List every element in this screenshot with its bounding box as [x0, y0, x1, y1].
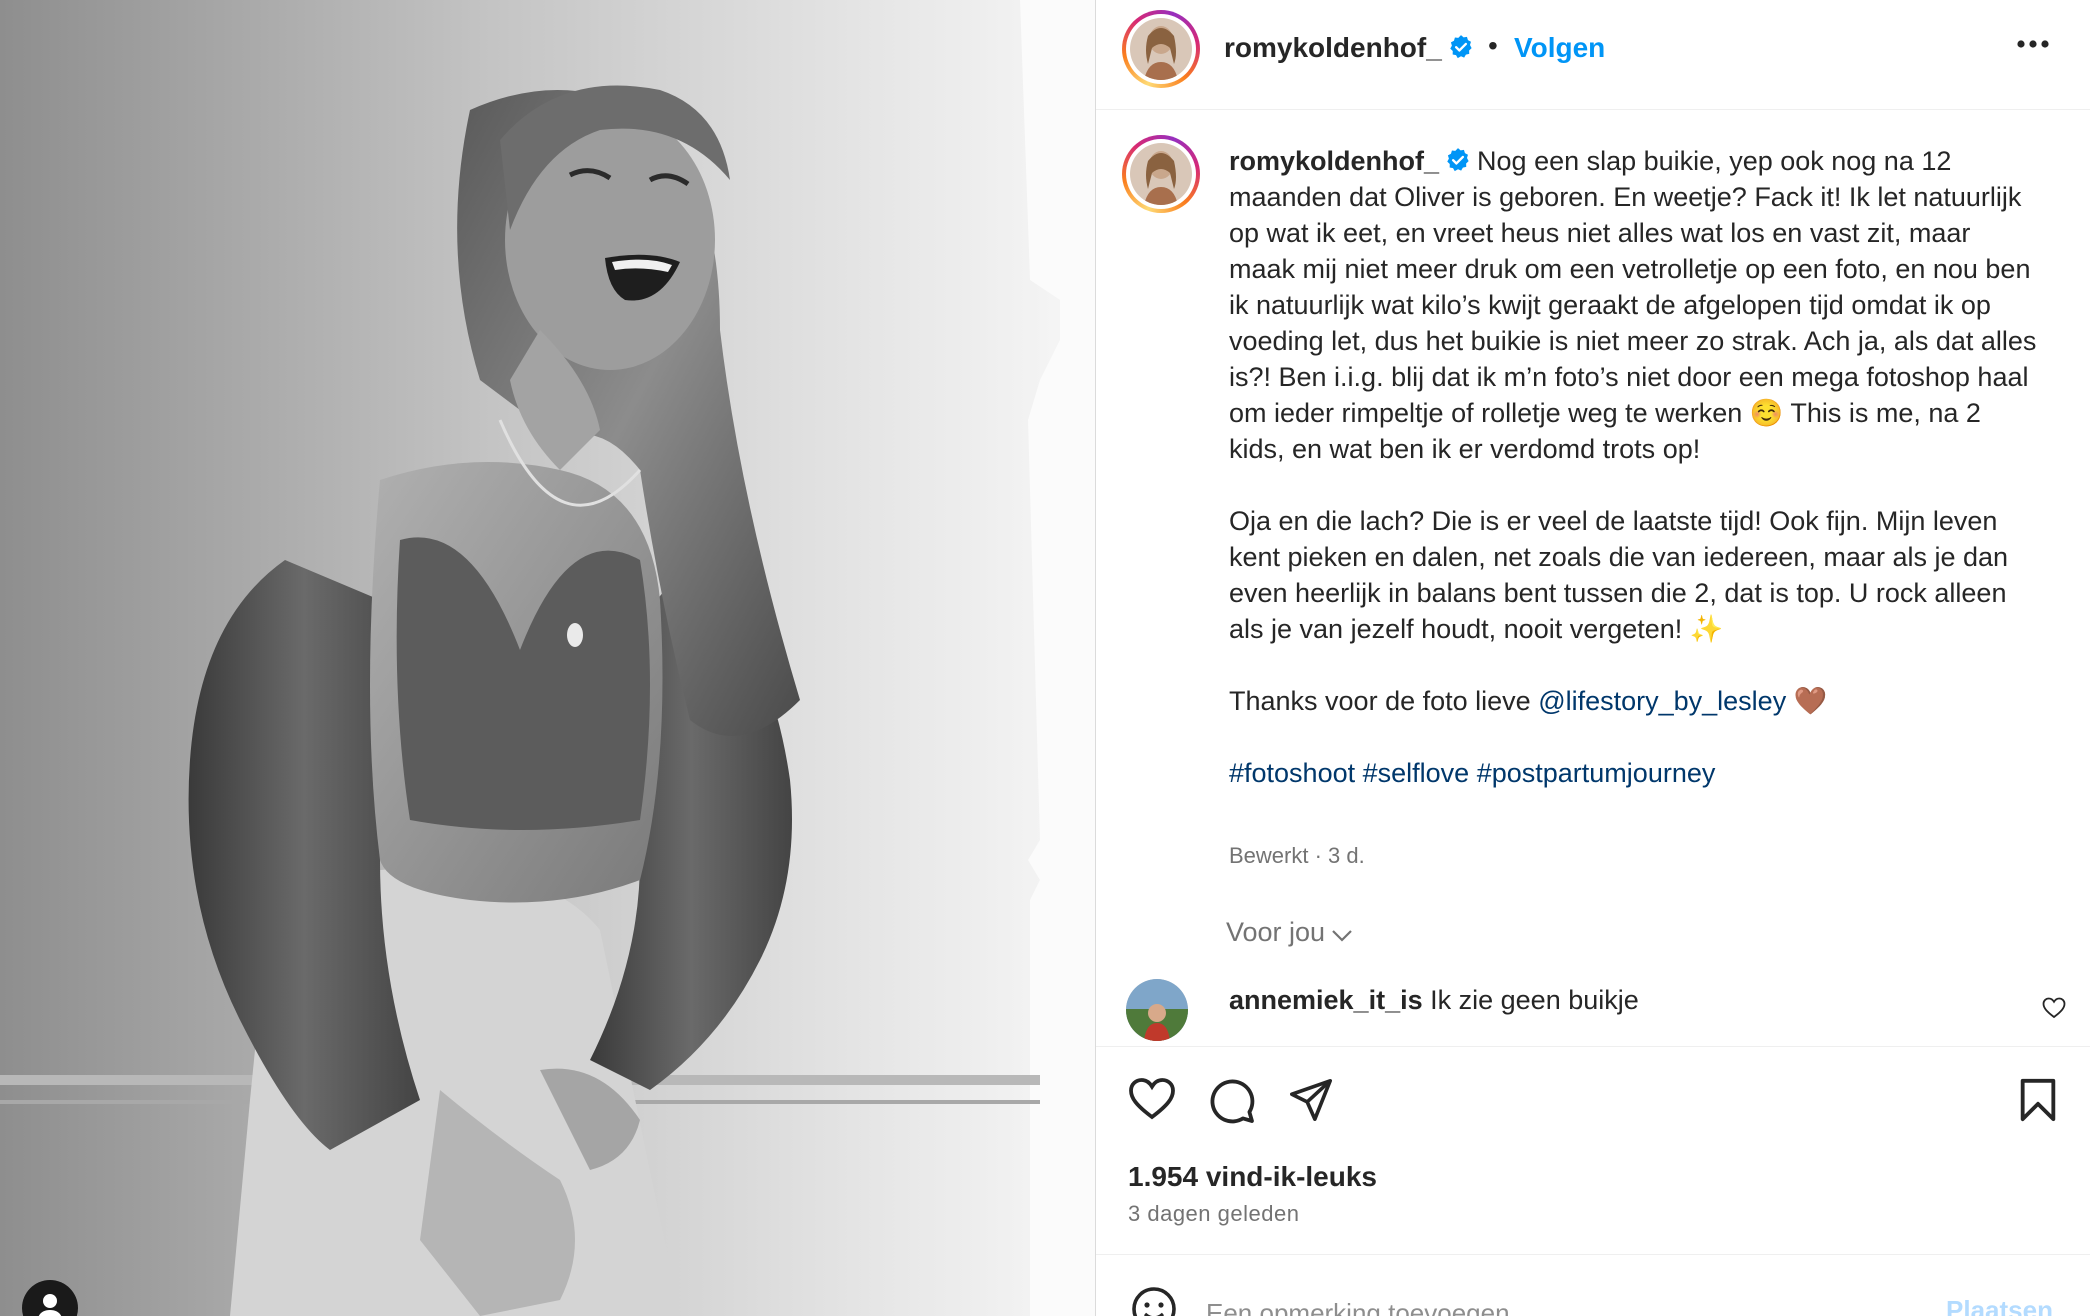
post-actions: 1.954 vind-ik-leuks 3 dagen geleden [1096, 1046, 2090, 1256]
comment-input[interactable] [1206, 1295, 1906, 1316]
caption-author-avatar[interactable] [1122, 135, 1200, 213]
verified-badge-icon [1447, 148, 1469, 172]
emoji-button[interactable] [1130, 1285, 1178, 1316]
chevron-down-icon [1332, 930, 1352, 942]
comment-sort-label[interactable]: Voor jou [1226, 917, 1325, 947]
comment-bubble-icon [1210, 1079, 1255, 1124]
comment-sort-dropdown[interactable]: Voor jou [1226, 917, 1353, 948]
heart-icon [2042, 997, 2066, 1019]
caption-username[interactable]: romykoldenhof_ [1229, 146, 1439, 176]
bookmark-icon [2020, 1078, 2056, 1122]
emoji-icon [1132, 1287, 1176, 1316]
post-timestamp[interactable]: 3 dagen geleden [1128, 1201, 1299, 1227]
post-photo [0, 0, 1095, 1316]
comment-item: annemiek_it_is Ik zie geen buikje [1229, 985, 1639, 1016]
hashtag-link[interactable]: #postpartumjourney [1477, 758, 1716, 788]
likes-count[interactable]: 1.954 vind-ik-leuks [1128, 1161, 1377, 1193]
comment-body: Ik zie geen buikje [1430, 985, 1639, 1015]
heart-icon [1129, 1078, 1175, 1120]
post-side-panel: romykoldenhof_ • Volgen romykoldenhof_N [1095, 0, 2090, 1316]
user-icon [38, 1294, 62, 1316]
author-avatar[interactable] [1122, 10, 1200, 88]
caption-text-1: Nog een slap buikie, yep ook nog na 12 m… [1229, 146, 2037, 464]
post-caption: romykoldenhof_ Nog een slap buikie, yep o… [1229, 143, 2039, 827]
comment-username[interactable]: annemiek_it_is [1229, 985, 1423, 1015]
thanks-text: Thanks voor de foto lieve [1229, 686, 1531, 716]
caption-paragraph: romykoldenhof_ Nog een slap buikie, yep o… [1229, 143, 2039, 467]
caption-and-comments[interactable]: romykoldenhof_ Nog een slap buikie, yep o… [1096, 111, 2090, 1046]
caption-hashtags: #fotoshoot #selflove #postpartumjourney [1229, 755, 2039, 791]
comment-button[interactable] [1208, 1077, 1256, 1130]
follow-button[interactable]: Volgen [1514, 32, 1605, 64]
comment-avatar[interactable] [1126, 979, 1188, 1041]
author-username[interactable]: romykoldenhof_ [1224, 32, 1474, 64]
post-comment-button[interactable]: Plaatsen [1946, 1295, 2053, 1316]
caption-paragraph: Oja en die lach? Die is er veel de laats… [1229, 506, 2009, 644]
post-header: romykoldenhof_ • Volgen [1096, 0, 2090, 110]
share-button[interactable] [1288, 1077, 1334, 1128]
like-button[interactable] [1128, 1077, 1176, 1126]
post-meta: Bewerkt · 3 d. [1229, 843, 1365, 868]
photo-image [0, 0, 1095, 1316]
heart-emoji: 🤎 [1793, 686, 1828, 716]
add-comment-bar: Plaatsen [1096, 1254, 2090, 1316]
more-options-icon [2017, 40, 2049, 48]
verified-badge-icon [1450, 35, 1472, 59]
hashtag-link[interactable]: #selflove [1363, 758, 1470, 788]
header-separator: • [1488, 30, 1498, 61]
more-options-button[interactable] [2016, 36, 2066, 62]
save-button[interactable] [2018, 1077, 2058, 1128]
hashtag-link[interactable]: #fotoshoot [1229, 758, 1355, 788]
caption-thanks: Thanks voor de foto lieve @lifestory_by_… [1229, 683, 2039, 719]
mention-link[interactable]: @lifestory_by_lesley [1538, 686, 1786, 716]
paper-plane-icon [1290, 1079, 1332, 1121]
author-username-text[interactable]: romykoldenhof_ [1224, 32, 1442, 63]
comment-like-button[interactable] [2042, 997, 2066, 1024]
